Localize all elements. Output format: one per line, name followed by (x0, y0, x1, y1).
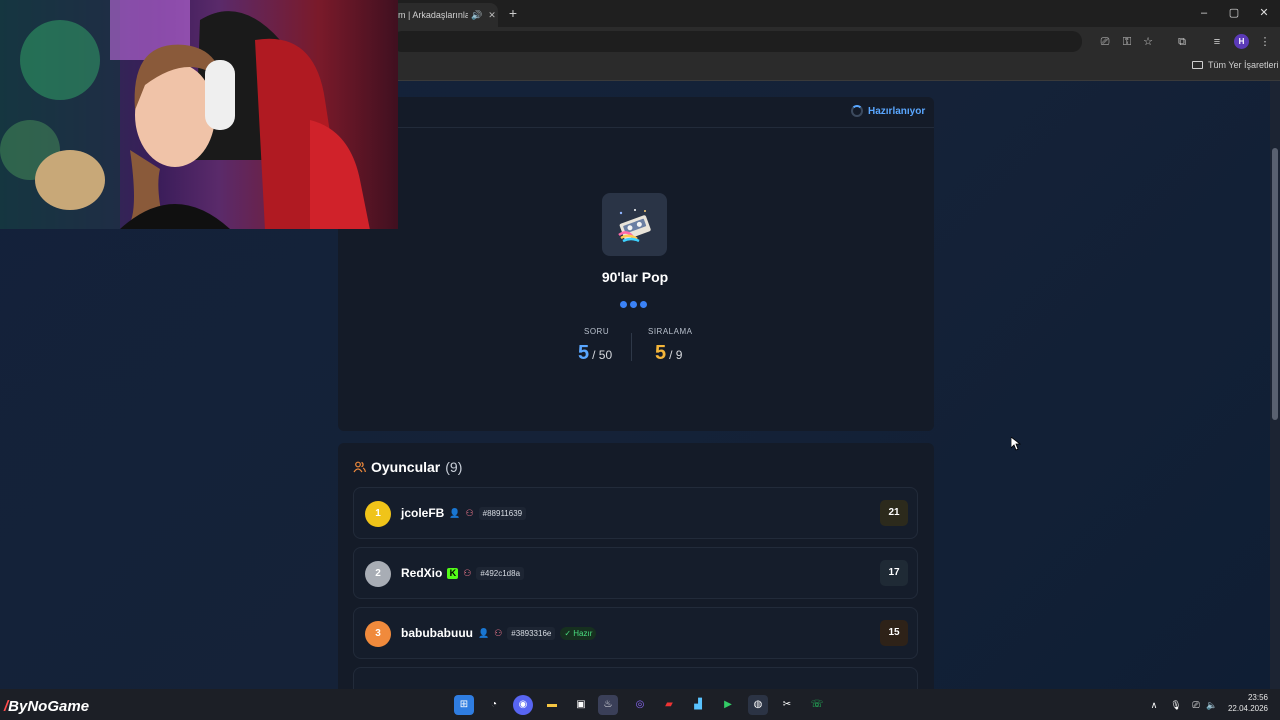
performance-icon[interactable]: ◔ (484, 695, 504, 715)
player-info: RedXio K ⚇ #492c1d8a (401, 566, 525, 580)
stats-divider (631, 333, 632, 361)
player-name: babubabuuu (401, 626, 473, 640)
player-id: #3893316e (507, 626, 556, 640)
extensions-icon[interactable]: ⧉ (1175, 35, 1189, 49)
cassette-music-icon (617, 208, 651, 242)
all-bookmarks-button[interactable]: Tüm Yer İşaretleri (1192, 60, 1279, 70)
file-explorer-icon[interactable]: ▬ (542, 695, 562, 715)
system-clock[interactable]: 23:56 22.04.2026 (1222, 692, 1268, 714)
kick-logo-icon: K (447, 567, 459, 579)
rank-counter: 5 / 9 (655, 342, 682, 365)
brand-text: ByNoGame (8, 698, 90, 715)
install-app-icon[interactable]: ⎚ (1098, 35, 1112, 49)
mouse-cursor-icon (1011, 437, 1021, 451)
loading-spinner-icon (851, 105, 863, 117)
menu-kebab-icon[interactable]: ⋮ (1258, 35, 1272, 49)
restore-button[interactable]: ▢ (1226, 6, 1242, 20)
question-counter: 5 / 50 (578, 342, 612, 365)
tab-close-icon[interactable]: ✕ (486, 10, 498, 21)
tab-title: m | Arkadaşlarınla (398, 10, 468, 20)
volume-icon[interactable]: 🔈 (1202, 695, 1222, 715)
address-bar[interactable] (392, 31, 1082, 52)
players-title: Oyuncular (371, 459, 441, 475)
ready-badge: ✓ Hazır (560, 626, 597, 640)
clock-date: 22.04.2026 (1227, 704, 1268, 713)
rank-badge: 2 (365, 561, 391, 587)
player-row[interactable]: 2 RedXio K ⚇ #492c1d8a 17 (353, 547, 918, 599)
all-bookmarks-label: Tüm Yer İşaretleri (1208, 60, 1279, 70)
player-id: #492c1d8a (476, 566, 525, 580)
windows-start-icon[interactable]: ⊞ (454, 695, 474, 715)
players-count: (9) (445, 459, 463, 475)
game-card-header (338, 97, 934, 128)
microsoft-store-icon[interactable]: ▣ (571, 695, 591, 715)
webcam-overlay (0, 0, 398, 229)
user-icon: 👤 (478, 627, 490, 638)
brand-logo: /ByNoGame (4, 698, 89, 715)
capcut-icon[interactable]: ✂ (777, 695, 797, 715)
ready-text: Hazır (573, 628, 593, 638)
player-name: RedXio (401, 566, 443, 580)
speaker-icon[interactable]: 🔊 (471, 10, 483, 21)
clock-time: 23:56 (1247, 693, 1268, 702)
user-icon: 👤 (449, 507, 461, 518)
player-id: #88911639 (478, 506, 527, 520)
add-friend-icon[interactable]: ⚇ (463, 568, 471, 579)
player-score: 21 (880, 500, 908, 526)
browser-tab[interactable]: m | Arkadaşlarınla 🔊 ✕ (392, 3, 498, 27)
game-status-card (338, 97, 934, 431)
player-name: jcoleFB (401, 506, 445, 520)
obs-icon[interactable]: ◎ (630, 695, 650, 715)
profile-avatar[interactable]: H (1234, 34, 1249, 49)
player-score: 17 (880, 560, 908, 586)
chrome-icon[interactable]: ◍ (748, 695, 768, 715)
player-row[interactable]: 1 jcoleFB 👤 ⚇ #88911639 21 (353, 487, 918, 539)
new-tab-button[interactable]: + (506, 6, 520, 20)
players-heading: Oyuncular (9) (353, 459, 462, 475)
player-row[interactable]: 3 babubabuuu 👤 ⚇ #3893316e ✓ Hazır 15 (353, 607, 918, 659)
rank-badge: 1 (365, 501, 391, 527)
status-indicator: Hazırlanıyor (851, 105, 925, 117)
player-info: babubabuuu 👤 ⚇ #3893316e ✓ Hazır (401, 626, 597, 640)
discord-icon[interactable]: ◉ (513, 695, 533, 715)
question-current: 5 (578, 342, 590, 364)
status-text: Hazırlanıyor (868, 105, 926, 117)
users-icon (353, 461, 366, 473)
note-app-icon[interactable]: ▟ (688, 695, 708, 715)
microphone-icon[interactable]: 🎙 (1166, 695, 1186, 715)
scrollbar-thumb[interactable] (1272, 148, 1278, 420)
player-info: jcoleFB 👤 ⚇ #88911639 (401, 506, 527, 520)
player-score: 15 (880, 620, 908, 646)
rank-current: 5 (655, 342, 667, 364)
steam-icon[interactable]: ♨ (598, 695, 618, 715)
folder-icon (1192, 61, 1203, 69)
player-row[interactable] (353, 667, 918, 689)
media-control-icon[interactable]: ≡ (1210, 35, 1224, 49)
loading-dots (620, 301, 647, 308)
rank-total: / 9 (669, 348, 683, 362)
category-title: 90'lar Pop (601, 269, 669, 285)
whatsapp-icon[interactable]: ☏ (807, 695, 827, 715)
add-friend-icon[interactable]: ⚇ (494, 628, 502, 639)
add-friend-icon[interactable]: ⚇ (466, 508, 474, 519)
play-store-icon[interactable]: ▶ (718, 695, 738, 715)
streamer-webcam-image (0, 0, 370, 229)
password-key-icon[interactable]: ⚿ (1120, 35, 1134, 49)
tray-chevron-icon[interactable]: ∧ (1144, 695, 1164, 715)
category-image (602, 193, 667, 256)
game-launcher-icon[interactable]: ▰ (659, 695, 679, 715)
bookmark-star-icon[interactable]: ☆ (1141, 35, 1155, 49)
question-total: / 50 (592, 348, 613, 362)
rank-label: SIRALAMA (648, 327, 693, 336)
close-window-button[interactable]: ✕ (1256, 6, 1272, 20)
minimize-button[interactable]: – (1196, 6, 1212, 20)
rank-badge: 3 (365, 621, 391, 647)
question-label: SORU (584, 327, 610, 336)
